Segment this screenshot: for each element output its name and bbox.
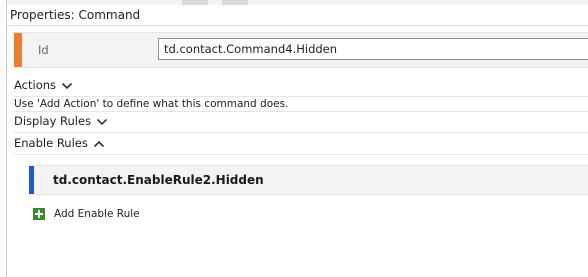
id-label: Id bbox=[38, 43, 49, 57]
chevron-down-icon bbox=[61, 82, 73, 89]
panel-title: Properties: Command bbox=[7, 5, 588, 26]
actions-label: Actions bbox=[14, 78, 57, 92]
enable-rule-accent-bar bbox=[29, 166, 34, 194]
section-divider bbox=[14, 154, 588, 155]
panel-left-border bbox=[6, 0, 7, 277]
id-accent-bar bbox=[14, 33, 22, 67]
chevron-down-icon bbox=[97, 118, 108, 125]
display-rules-section-toggle[interactable]: Display Rules bbox=[14, 112, 108, 131]
add-enable-rule-label: Add Enable Rule bbox=[54, 208, 140, 220]
display-rules-label: Display Rules bbox=[14, 114, 92, 128]
id-row: Id bbox=[14, 32, 588, 68]
enable-rule-label: td.contact.EnableRule2.Hidden bbox=[53, 173, 264, 187]
add-icon bbox=[33, 208, 45, 220]
actions-section-toggle[interactable]: Actions bbox=[14, 76, 73, 95]
id-input[interactable] bbox=[158, 38, 588, 60]
chevron-up-icon bbox=[93, 140, 104, 147]
add-enable-rule-button[interactable]: Add Enable Rule bbox=[33, 206, 140, 222]
enable-rules-label: Enable Rules bbox=[14, 136, 88, 150]
enable-rule-item[interactable]: td.contact.EnableRule2.Hidden bbox=[29, 165, 588, 195]
actions-hint: Use 'Add Action' to define what this com… bbox=[14, 98, 289, 110]
enable-rules-section-toggle[interactable]: Enable Rules bbox=[14, 134, 105, 153]
section-divider bbox=[14, 132, 588, 133]
